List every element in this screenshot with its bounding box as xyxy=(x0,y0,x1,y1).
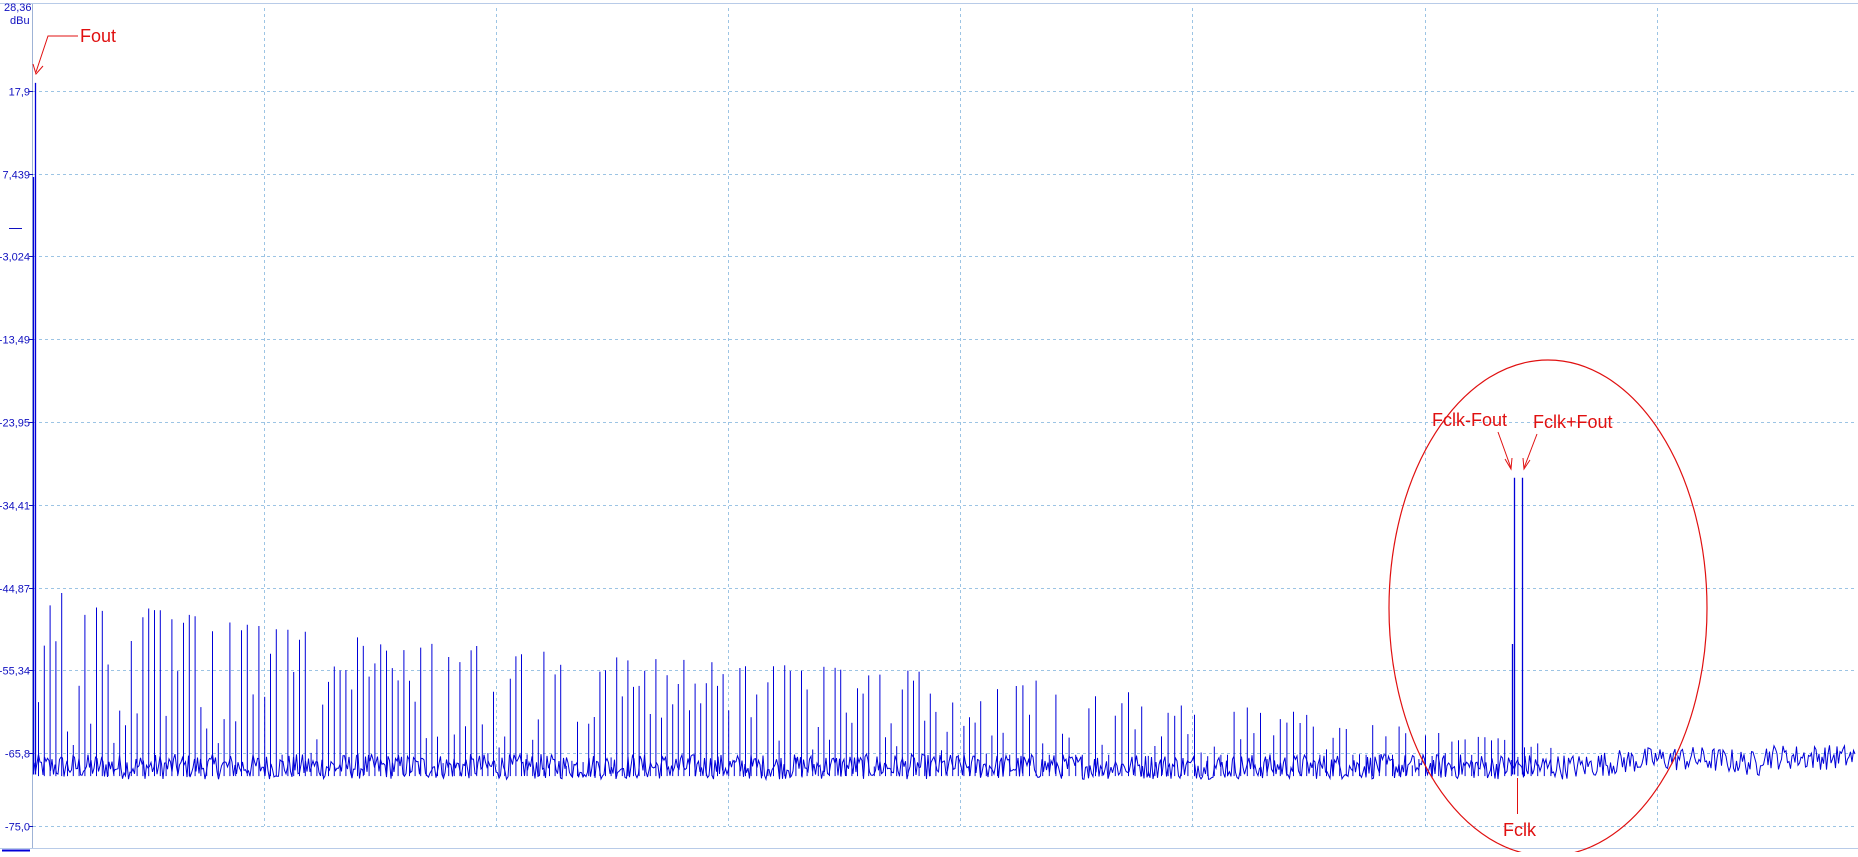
fclk-plus-fout-annotation: Fclk+Fout xyxy=(1533,412,1613,432)
fclk-plus-fout-arrow xyxy=(1523,433,1538,469)
y-unit-label: dBu xyxy=(10,15,30,27)
fclk-plus-fout-arrowhead xyxy=(1522,457,1531,471)
y-tick-label: -65,8 xyxy=(5,749,30,761)
highlight-ellipse xyxy=(1388,359,1708,857)
y-tick-label: -34,41 xyxy=(0,501,30,513)
y-tick-label: -3,024 xyxy=(0,252,30,264)
fclk-minus-fout-arrow xyxy=(1497,431,1512,469)
trace-layer xyxy=(2,82,1856,852)
y-tick-label: 17,9 xyxy=(9,87,30,99)
y-tick-label: -75,0 xyxy=(5,822,30,834)
y-top-label: 28,36 xyxy=(4,2,32,14)
y-tick-label: -55,34 xyxy=(0,666,30,678)
y-tick-label: -44,87 xyxy=(0,584,30,596)
annotation-layer: Fout Fclk-Fout Fclk+Fout Fclk xyxy=(32,26,1708,857)
spectrum-plot: 28,36 dBu 17,9 7,439 -3,024 -13,49 -23,95 -34… xyxy=(0,2,1858,857)
fclk-annotation: Fclk xyxy=(1503,820,1537,840)
noise-floor-trace xyxy=(33,744,1856,782)
y-tick-label: -13,49 xyxy=(0,335,30,347)
spectrum-chart: 28,36 dBu 17,9 7,439 -3,024 -13,49 -23,95 -34… xyxy=(0,0,1858,857)
y-tick-label: -23,95 xyxy=(0,418,30,430)
fout-annotation: Fout xyxy=(80,26,116,46)
y-tick-label: 7,439 xyxy=(2,170,30,182)
fclk-minus-fout-annotation: Fclk-Fout xyxy=(1432,410,1507,430)
label-layer: 28,36 dBu 17,9 7,439 -3,024 -13,49 -23,95 -34… xyxy=(0,2,32,834)
